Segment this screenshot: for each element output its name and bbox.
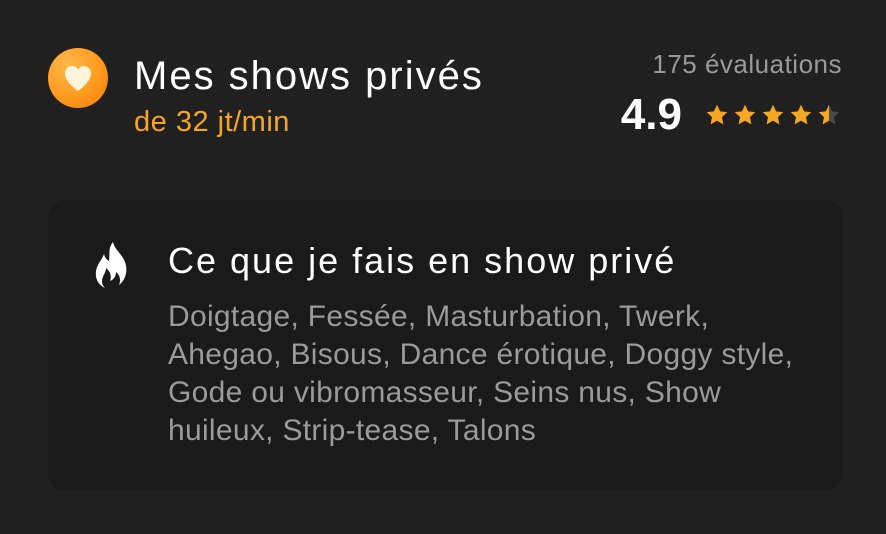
title-block: Mes shows privés de 32 jt/min	[134, 52, 484, 140]
star-rating	[704, 102, 842, 128]
rating-count: 175 évaluations	[652, 49, 842, 79]
star-icon	[762, 104, 784, 125]
activities-list: Doigtage, Fessée, Masturbation, Twerk, A…	[168, 300, 794, 447]
private-shows-panel: Mes shows privés de 32 jt/min 175 évalua…	[0, 0, 886, 534]
star-icon	[706, 104, 728, 125]
star-icon	[734, 104, 756, 125]
header: Mes shows privés de 32 jt/min 175 évalua…	[48, 40, 842, 150]
star-half-icon	[818, 104, 840, 125]
rating-value: 4.9	[620, 90, 682, 139]
heart-badge	[48, 48, 108, 108]
private-show-activities-card: Ce que je fais en show privé Doigtage, F…	[48, 200, 842, 490]
card-title: Ce que je fais en show privé	[168, 240, 677, 281]
rating-row: 4.9	[621, 90, 842, 140]
rating-block[interactable]: 175 évaluations 4.9	[621, 48, 842, 140]
fire-icon	[95, 242, 127, 288]
heart-icon	[65, 66, 91, 91]
price-label: de 32 jt/min	[134, 106, 290, 138]
star-icon	[790, 104, 812, 125]
page-title: Mes shows privés	[134, 54, 484, 98]
